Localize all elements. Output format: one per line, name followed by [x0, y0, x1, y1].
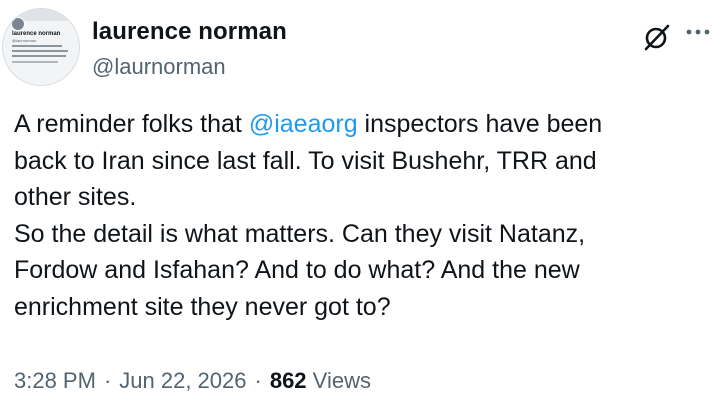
- tweet-text-segment: A reminder folks that: [14, 110, 249, 138]
- meta-separator: ·: [103, 368, 112, 393]
- tweet-card: laurence norman @laurnorman laurence nor…: [0, 0, 720, 407]
- grok-icon[interactable]: [642, 22, 672, 52]
- avatar-mini-bio-line: [12, 50, 68, 52]
- tweet-line: Fordow and Isfahan? And to do what? And …: [14, 256, 580, 284]
- views-label: Views: [312, 368, 371, 393]
- tweet-line: back to Iran since last fall. To visit B…: [14, 146, 597, 175]
- tweet-line: So the detail is what matters. Can they …: [14, 219, 586, 248]
- tweet-line: other sites.: [14, 183, 137, 211]
- avatar[interactable]: laurence norman @laurnorman: [2, 8, 80, 86]
- avatar-mini-handle: @laurnorman: [12, 38, 37, 43]
- avatar-mini-bio-line: [12, 45, 62, 47]
- tweet-line: enrichment site they never got to?: [14, 292, 391, 321]
- tweet-date[interactable]: Jun 22, 2026: [119, 368, 246, 393]
- avatar-mini-bio-line: [12, 61, 58, 63]
- tweet-text-segment: inspectors have been: [357, 110, 603, 138]
- mention-link[interactable]: @iaeaorg: [249, 110, 358, 138]
- meta-separator: ·: [254, 368, 262, 393]
- display-name[interactable]: laurence norman: [92, 18, 287, 46]
- tweet-text: A reminder folks that @iaeaorg inspector…: [14, 106, 704, 325]
- avatar-mini-name: laurence norman: [12, 31, 61, 37]
- avatar-mini-bio-line: [12, 55, 66, 57]
- tweet-time[interactable]: 3:28 PM: [14, 368, 96, 393]
- user-handle[interactable]: @laurnorman: [92, 54, 226, 80]
- tweet-meta: 3:28 PM · Jun 22, 2026 · 862 Views: [14, 368, 371, 394]
- tweet-line: A reminder folks that @iaeaorg inspector…: [14, 106, 704, 143]
- views-count: 862: [269, 368, 307, 393]
- more-icon[interactable]: [684, 22, 712, 42]
- avatar-mini-picture: [11, 17, 25, 31]
